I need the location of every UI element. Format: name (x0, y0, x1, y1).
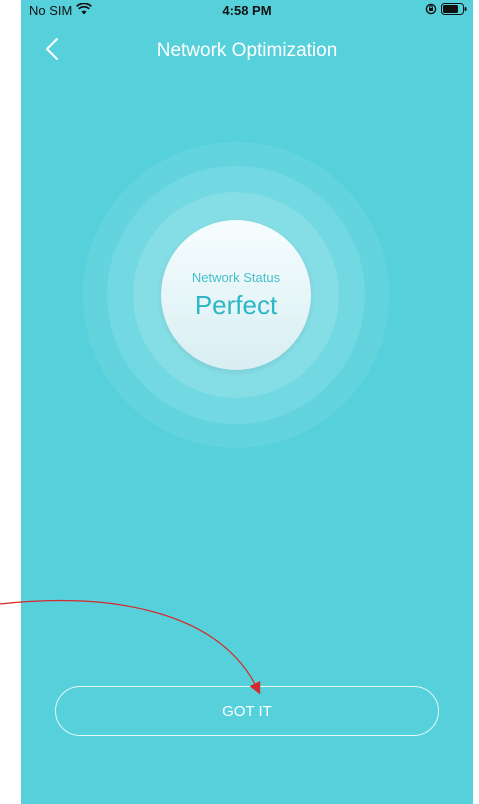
status-bar: No SIM 4:58 PM (21, 0, 473, 20)
nav-bar: Network Optimization (21, 30, 473, 74)
status-rings: Network Status Perfect (21, 0, 473, 804)
battery-icon (441, 3, 467, 18)
status-right (425, 3, 467, 18)
status-time: 4:58 PM (222, 3, 272, 18)
outer-ring (83, 142, 389, 448)
got-it-button[interactable]: GOT IT (55, 686, 439, 736)
middle-ring (107, 166, 365, 424)
page-title: Network Optimization (156, 40, 338, 61)
app-screen: No SIM 4:58 PM Network Optimization Netw… (21, 0, 473, 804)
rotation-lock-icon (425, 3, 437, 18)
status-value: Perfect (194, 290, 278, 320)
inner-ring (133, 192, 339, 398)
status-label: Network Status (191, 270, 281, 285)
status-circle: Network Status Perfect (161, 220, 311, 370)
